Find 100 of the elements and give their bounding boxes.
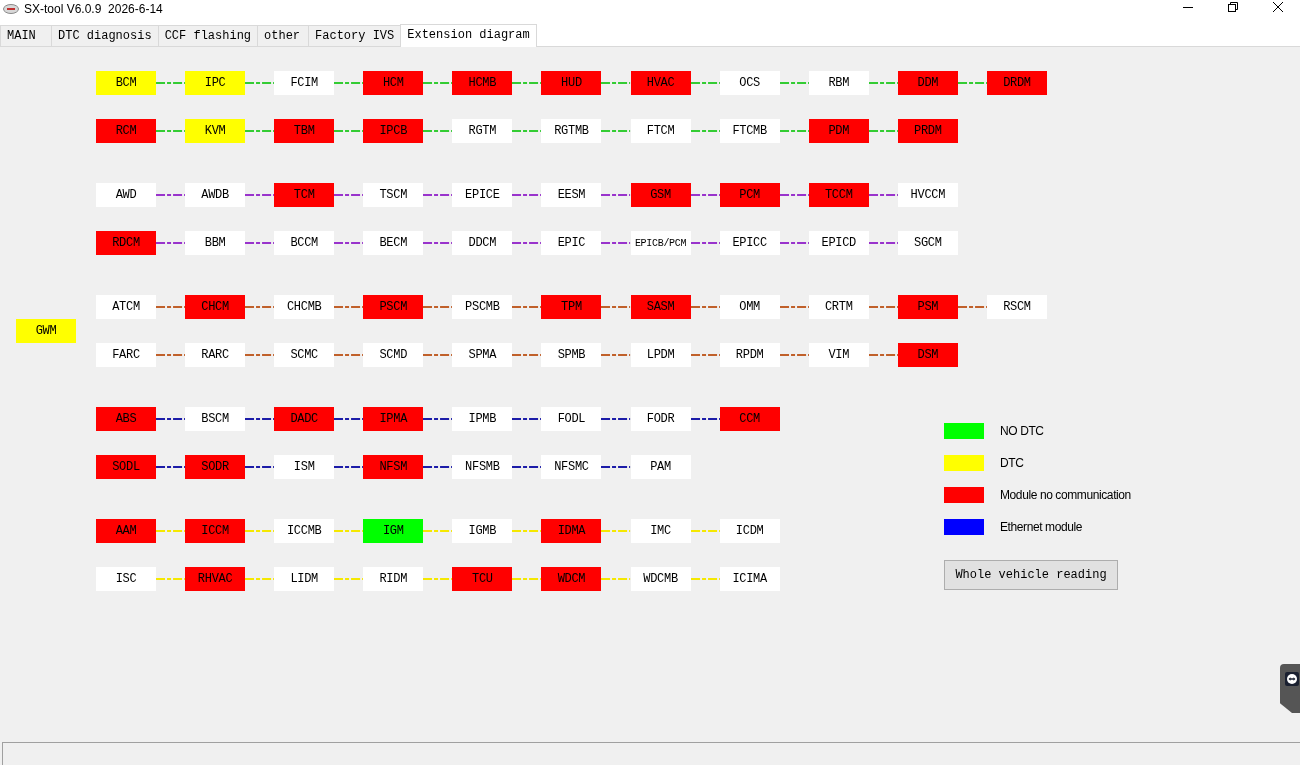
module-node[interactable]: ATCM <box>96 295 156 319</box>
module-node[interactable]: RHVAC <box>185 567 246 591</box>
module-node[interactable]: RGTMB <box>541 119 602 143</box>
module-node[interactable]: SODR <box>185 455 246 479</box>
module-node[interactable]: FCIM <box>274 71 335 95</box>
module-node[interactable]: ICCM <box>185 519 246 543</box>
module-node[interactable]: HCM <box>363 71 424 95</box>
module-node[interactable]: PDM <box>808 119 869 143</box>
module-node[interactable]: SGCM <box>897 231 958 255</box>
module-node[interactable]: BECM <box>363 231 424 255</box>
module-node[interactable]: NFSMC <box>541 455 602 479</box>
module-node[interactable]: DSM <box>897 343 958 367</box>
module-node[interactable]: FARC <box>96 343 156 367</box>
module-node[interactable]: HUD <box>541 71 602 95</box>
module-node[interactable]: SASM <box>630 295 691 319</box>
module-node[interactable]: RDCM <box>96 231 156 255</box>
module-node[interactable]: ABS <box>96 407 156 431</box>
module-node[interactable]: RSCM <box>986 295 1047 319</box>
module-node[interactable]: BCM <box>96 71 156 95</box>
tab[interactable]: other <box>257 25 310 46</box>
module-node[interactable]: BSCM <box>185 407 246 431</box>
module-node[interactable]: SODL <box>96 455 156 479</box>
module-node[interactable]: AWD <box>96 183 156 207</box>
module-node[interactable]: GSM <box>630 183 691 207</box>
module-node[interactable]: EPICE <box>452 183 513 207</box>
module-node[interactable]: SCMD <box>363 343 424 367</box>
module-node[interactable]: WDCM <box>541 567 602 591</box>
module-node[interactable]: AWDB <box>185 183 246 207</box>
module-node[interactable]: NFSM <box>363 455 424 479</box>
module-node[interactable]: RPDM <box>719 343 780 367</box>
module-node[interactable]: SCMC <box>274 343 335 367</box>
module-node[interactable]: FTCMB <box>719 119 780 143</box>
module-node[interactable]: EPICC <box>719 231 780 255</box>
module-node[interactable]: RARC <box>185 343 246 367</box>
module-node[interactable]: IDMA <box>541 519 602 543</box>
module-node[interactable]: RCM <box>96 119 156 143</box>
tab[interactable]: CCF flashing <box>157 25 259 46</box>
tab[interactable]: DTC diagnosis <box>51 25 159 46</box>
module-node[interactable]: DADC <box>274 407 335 431</box>
module-node[interactable]: EPICD <box>808 231 869 255</box>
module-node[interactable]: FTCM <box>630 119 691 143</box>
module-node[interactable]: TBM <box>274 119 335 143</box>
module-node[interactable]: EPIC <box>541 231 602 255</box>
module-node[interactable]: PSCM <box>363 295 424 319</box>
module-node[interactable]: FODR <box>630 407 691 431</box>
module-node[interactable]: TCM <box>274 183 335 207</box>
module-node[interactable]: KVM <box>185 119 246 143</box>
module-node[interactable]: RIDM <box>363 567 424 591</box>
module-node[interactable]: ICCMB <box>274 519 335 543</box>
module-node[interactable]: SPMB <box>541 343 602 367</box>
module-node[interactable]: IPC <box>185 71 246 95</box>
module-node[interactable]: CHCM <box>185 295 246 319</box>
module-node[interactable]: IGM <box>363 519 424 543</box>
module-node[interactable]: TSCM <box>363 183 424 207</box>
module-node[interactable]: ICDM <box>719 519 780 543</box>
module-node[interactable]: PAM <box>630 455 691 479</box>
module-node[interactable]: HVAC <box>630 71 691 95</box>
module-node[interactable]: HVCCM <box>897 183 958 207</box>
module-node[interactable]: ISM <box>274 455 335 479</box>
module-node[interactable]: HCMB <box>452 71 513 95</box>
module-node[interactable]: RBM <box>808 71 869 95</box>
tab[interactable]: MAIN <box>0 25 52 46</box>
module-node[interactable]: IPMB <box>452 407 513 431</box>
module-node[interactable]: WDCMB <box>630 567 691 591</box>
module-node[interactable]: DRDM <box>986 71 1047 95</box>
module-node[interactable]: TCU <box>452 567 513 591</box>
module-node[interactable]: ICIMA <box>719 567 780 591</box>
module-node[interactable]: LIDM <box>274 567 335 591</box>
module-node[interactable]: OMM <box>719 295 780 319</box>
module-node[interactable]: PCM <box>719 183 780 207</box>
module-node[interactable]: FODL <box>541 407 602 431</box>
module-node[interactable]: OCS <box>719 71 780 95</box>
module-node[interactable]: PSM <box>897 295 958 319</box>
module-node[interactable]: TCCM <box>808 183 869 207</box>
module-node[interactable]: DDCM <box>452 231 513 255</box>
module-node[interactable]: LPDM <box>630 343 691 367</box>
module-node[interactable]: DDM <box>897 71 958 95</box>
module-node[interactable]: PRDM <box>897 119 958 143</box>
module-node[interactable]: AAM <box>96 519 156 543</box>
module-node[interactable]: CRTM <box>808 295 869 319</box>
module-node[interactable]: BBM <box>185 231 246 255</box>
module-node[interactable]: VIM <box>808 343 869 367</box>
module-node[interactable]: RGTM <box>452 119 513 143</box>
module-node[interactable]: CCM <box>719 407 780 431</box>
module-node[interactable]: EPICB/PCM <box>630 231 691 255</box>
module-node[interactable]: IPMA <box>363 407 424 431</box>
module-node[interactable]: TPM <box>541 295 602 319</box>
module-node[interactable]: PSCMB <box>452 295 513 319</box>
module-node[interactable]: IMC <box>630 519 691 543</box>
module-node[interactable]: NFSMB <box>452 455 513 479</box>
whole-vehicle-reading-button[interactable]: Whole vehicle reading <box>944 560 1118 590</box>
module-node[interactable]: SPMA <box>452 343 513 367</box>
tab[interactable]: Factory IVS <box>308 25 402 46</box>
module-node[interactable]: CHCMB <box>274 295 335 319</box>
tab[interactable]: Extension diagram <box>400 24 537 47</box>
gateway-node[interactable]: GWM <box>16 319 76 343</box>
module-node[interactable]: IPCB <box>363 119 424 143</box>
module-node[interactable]: ISC <box>96 567 156 591</box>
module-node[interactable]: BCCM <box>274 231 335 255</box>
side-panel-handle[interactable] <box>1280 664 1300 713</box>
